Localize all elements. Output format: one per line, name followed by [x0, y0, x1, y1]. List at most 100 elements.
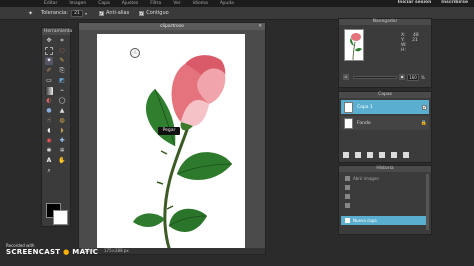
navigator-coords: X: 48 Y: 21 W: H: — [401, 33, 419, 53]
hand-tool-icon[interactable]: ✋ — [58, 157, 66, 165]
screencast-watermark: Recorded with SCREENCAST ● MATIC — [6, 243, 98, 256]
brush-tool-icon[interactable]: ✐ — [45, 67, 53, 75]
blur-tool-icon[interactable]: ● — [45, 107, 53, 115]
history-item-label: Abrir imagen — [353, 176, 379, 181]
menu-ver[interactable]: Ver — [173, 1, 180, 6]
h-label: H: — [401, 48, 406, 53]
layer-name: Fondo — [357, 120, 371, 126]
sponge-tool-icon[interactable]: ◍ — [58, 117, 66, 125]
spot-heal-tool-icon[interactable]: ✚ — [58, 137, 66, 145]
login-link[interactable]: Iniciar sesión — [398, 0, 432, 5]
document-title: clipartrose — [160, 24, 184, 29]
image-canvas[interactable] — [97, 34, 245, 254]
bloat-tool-icon[interactable]: ✱ — [45, 147, 53, 155]
contiguous-checkbox[interactable]: ✔ — [139, 10, 145, 16]
menu-filtro[interactable]: Filtro — [150, 1, 161, 6]
history-panel: Historia Abrir imagen Nueva capa — [338, 165, 432, 235]
history-item-icon — [345, 203, 350, 208]
lasso-tool-icon[interactable]: ◌ — [58, 47, 66, 55]
watermark-dot-icon: ● — [63, 248, 70, 256]
paste-tooltip: Pegar — [158, 127, 180, 135]
smudge-tool-icon[interactable]: ☝ — [45, 117, 53, 125]
layer-lock-icon: 🔒 — [420, 120, 427, 126]
cursor-hand-icon: ☝ — [130, 48, 140, 58]
watermark-line-2: SCREENCAST — [6, 248, 61, 256]
antialias-checkbox[interactable]: ✔ — [98, 10, 104, 16]
type-tool-icon[interactable]: A — [45, 157, 53, 165]
dodge-tool-icon[interactable]: ◖ — [45, 127, 53, 135]
red-eye-tool-icon[interactable]: ◉ — [45, 137, 53, 145]
watermark-line-3: MATIC — [72, 248, 99, 256]
layer-thumbnail — [344, 117, 353, 129]
history-item-label: Nueva capa — [353, 218, 377, 223]
history-item-icon — [345, 218, 350, 223]
delete-layer-icon[interactable] — [403, 152, 409, 158]
watermark-logo: SCREENCAST ● MATIC — [6, 248, 98, 256]
navigator-thumbnail[interactable] — [344, 29, 364, 61]
magic-wand-icon: ✦ — [28, 9, 34, 17]
navigator-panel: Navegador X: 48 Y: 21 W: H: ▫ ▪ 160 % — [338, 18, 432, 88]
tools-panel-header: Herramienta — [42, 28, 73, 35]
zoom-out-icon[interactable]: ▫ — [343, 74, 349, 80]
layer-style-icon[interactable] — [367, 152, 373, 158]
menu-ayuda[interactable]: Ayuda — [220, 1, 234, 6]
history-item[interactable] — [341, 183, 427, 192]
layer-row-capa-1[interactable]: Capa 1 ✔ — [341, 100, 429, 114]
eyedropper-tool-icon[interactable]: ⌁ — [58, 87, 66, 95]
tolerance-dropdown-icon[interactable]: ▾ — [85, 11, 87, 16]
eraser-tool-icon[interactable]: ▭ — [45, 77, 53, 85]
marquee-tool-icon[interactable] — [45, 47, 53, 55]
menu-bar: Editar Imagen Capa Ajustes Filtro Ver Id… — [0, 0, 474, 7]
history-item-icon — [345, 185, 350, 190]
new-layer-icon[interactable] — [391, 152, 397, 158]
gradient-tool-icon[interactable] — [45, 87, 53, 95]
crop-tool-icon[interactable]: ⌗ — [58, 37, 66, 45]
history-item-selected[interactable]: Nueva capa — [341, 216, 427, 225]
layer-visibility-checkbox[interactable]: ✔ — [422, 104, 427, 110]
zoom-slider[interactable] — [353, 76, 397, 79]
zoom-in-icon[interactable]: ▪ — [399, 74, 405, 80]
menu-imagen[interactable]: Imagen — [69, 1, 86, 6]
shapes-tool-icon[interactable]: ◯ — [58, 97, 66, 105]
zoom-input[interactable]: 160 — [407, 74, 419, 81]
layer-row-fondo[interactable]: Fondo 🔒 — [341, 116, 429, 130]
zoom-tool-icon[interactable]: ⌕ — [45, 167, 53, 175]
new-folder-icon[interactable] — [379, 152, 385, 158]
replace-color-tool-icon[interactable]: ◐ — [45, 97, 53, 105]
menu-capa[interactable]: Capa — [98, 1, 110, 6]
bucket-tool-icon[interactable]: ◩ — [58, 77, 66, 85]
layer-thumbnail — [344, 101, 353, 113]
menu-idioma[interactable]: Idioma — [193, 1, 208, 6]
menu-editar[interactable]: Editar — [44, 1, 57, 6]
history-item[interactable]: Abrir imagen — [341, 174, 427, 183]
layers-panel: Capas Capa 1 ✔ Fondo 🔒 — [338, 91, 432, 163]
y-value: 21 — [412, 38, 418, 43]
layer-name: Capa 1 — [357, 104, 373, 110]
history-scrollbar[interactable] — [426, 174, 429, 230]
clone-tool-icon[interactable]: ⎘ — [58, 67, 66, 75]
menu-ajustes[interactable]: Ajustes — [122, 1, 138, 6]
layer-settings-icon[interactable] — [343, 152, 349, 158]
pencil-tool-icon[interactable]: ✎ — [58, 57, 66, 65]
pinch-tool-icon[interactable]: ✲ — [58, 147, 66, 155]
document-window: clipartrose ✕ ☝ Pegar 100 % 175×288 px — [78, 22, 266, 255]
size-status: 175×288 px — [104, 248, 129, 253]
navigator-header: Navegador — [339, 19, 431, 25]
burn-tool-icon[interactable]: ◗ — [58, 127, 66, 135]
history-item[interactable] — [341, 192, 427, 201]
history-header: Historia — [339, 166, 431, 172]
antialias-label: Anti-alias — [105, 10, 130, 16]
history-item[interactable] — [341, 201, 427, 210]
zoom-unit: % — [421, 75, 425, 80]
sharpen-tool-icon[interactable]: ▲ — [58, 107, 66, 115]
move-tool-icon[interactable]: ✥ — [45, 37, 53, 45]
close-document-icon[interactable]: ✕ — [258, 23, 262, 30]
tools-panel: Herramienta ✥ ⌗ ◌ ✦ ✎ ✐ ⎘ ▭ ◩ ⌁ ◐ ◯ ● ▲ … — [41, 27, 73, 227]
tolerance-label: Tolerancia: — [41, 10, 68, 16]
history-item-icon — [345, 176, 350, 181]
magic-wand-tool-icon[interactable]: ✦ — [45, 57, 53, 65]
signup-link[interactable]: Inscribirse — [441, 0, 468, 5]
layer-mask-icon[interactable] — [355, 152, 361, 158]
background-color-swatch[interactable] — [53, 210, 68, 225]
tolerance-input[interactable]: 21 — [70, 9, 83, 17]
